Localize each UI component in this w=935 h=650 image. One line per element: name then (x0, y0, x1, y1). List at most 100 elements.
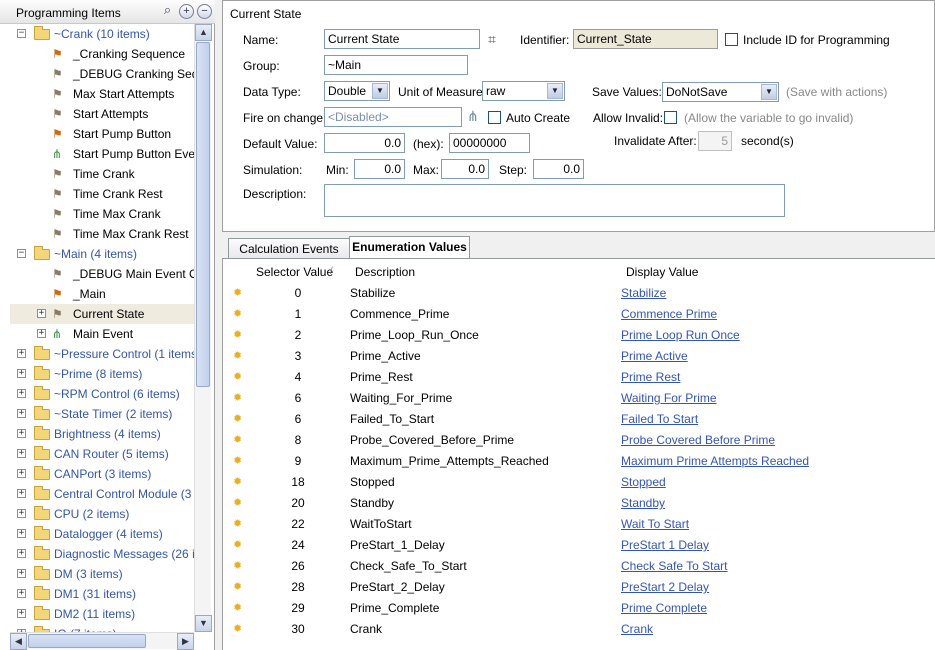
display-value-link[interactable]: PreStart 1 Delay (621, 538, 709, 552)
add-icon[interactable]: + (179, 4, 194, 19)
description-cell[interactable]: PreStart_2_Delay (350, 580, 445, 594)
tree-item[interactable]: ⋔ Start Pump Button Event (10, 144, 194, 164)
auto-create-checkbox[interactable] (488, 111, 501, 124)
invalidate-after-input[interactable]: 5 (698, 131, 732, 151)
max-input[interactable]: 0.0 (441, 159, 489, 179)
tree-item[interactable]: − ~Crank (10 items) (10, 24, 194, 44)
tree-item[interactable]: + ⋔ Main Event (10, 324, 194, 344)
tree-item[interactable]: + Datalogger (4 items) (10, 524, 194, 544)
selector-value-cell[interactable]: 22 (268, 517, 328, 531)
expand-icon[interactable]: + (37, 329, 46, 338)
description-cell[interactable]: Commence_Prime (350, 307, 449, 321)
tree-item[interactable]: ⚑ Time Max Crank (10, 204, 194, 224)
selector-value-cell[interactable]: 2 (268, 328, 328, 342)
display-value-link[interactable]: Standby (621, 496, 665, 510)
table-row[interactable]: ✹ 2 Prime_Loop_Run_Once Prime Loop Run Once (223, 324, 935, 345)
display-value-link[interactable]: Failed To Start (621, 412, 698, 426)
scroll-thumb[interactable] (196, 42, 210, 387)
expand-icon[interactable]: + (17, 589, 26, 598)
selector-value-cell[interactable]: 1 (268, 307, 328, 321)
scroll-right-icon[interactable]: ▶ (177, 633, 194, 650)
tree-item[interactable]: + CPU (2 items) (10, 504, 194, 524)
table-row[interactable]: ✹ 1 Commence_Prime Commence Prime (223, 303, 935, 324)
selector-value-cell[interactable]: 30 (268, 622, 328, 636)
tree-item[interactable]: + Brightness (4 items) (10, 424, 194, 444)
expand-icon[interactable]: + (17, 569, 26, 578)
selector-value-cell[interactable]: 18 (268, 475, 328, 489)
name-input[interactable]: Current State (324, 29, 480, 49)
scroll-up-icon[interactable]: ▲ (195, 24, 212, 41)
tree-item[interactable]: + Diagnostic Messages (26 item (10, 544, 194, 564)
expand-icon[interactable]: + (17, 449, 26, 458)
display-value-link[interactable]: Probe Covered Before Prime (621, 433, 775, 447)
selector-value-cell[interactable]: 20 (268, 496, 328, 510)
description-cell[interactable]: Stabilize (350, 286, 395, 300)
expand-icon[interactable]: + (17, 389, 26, 398)
description-cell[interactable]: Waiting_For_Prime (350, 391, 452, 405)
tab-enumeration-values[interactable]: Enumeration Values (349, 236, 470, 258)
items-tree[interactable]: − ~Crank (10 items) ⚑ _Cranking Sequence ⚑ _D… (10, 24, 194, 632)
tree-item[interactable]: + ~RPM Control (6 items) (10, 384, 194, 404)
table-row[interactable]: ✹ 22 WaitToStart Wait To Start (223, 513, 935, 534)
table-row[interactable]: ✹ 26 Check_Safe_To_Start Check Safe To Star… (223, 555, 935, 576)
tree-item[interactable]: − ~Main (4 items) (10, 244, 194, 264)
group-input[interactable]: ~Main (324, 55, 468, 75)
expand-icon[interactable]: + (17, 509, 26, 518)
description-input[interactable] (324, 184, 785, 217)
tree-item[interactable]: ⚑ Time Crank (10, 164, 194, 184)
tree-item[interactable]: + ~Pressure Control (1 items) (10, 344, 194, 364)
display-value-link[interactable]: Commence Prime (621, 307, 717, 321)
tree-item[interactable]: ⚑ _Cranking Sequence (10, 44, 194, 64)
display-value-link[interactable]: Stopped (621, 475, 666, 489)
tree-item[interactable]: ⚑ _DEBUG Main Event Cou (10, 264, 194, 284)
selector-value-cell[interactable]: 9 (268, 454, 328, 468)
display-value-link[interactable]: Stabilize (621, 286, 666, 300)
description-cell[interactable]: Crank (350, 622, 382, 636)
selector-value-cell[interactable]: 24 (268, 538, 328, 552)
collapse-icon[interactable]: − (17, 29, 26, 38)
display-value-link[interactable]: Prime Complete (621, 601, 707, 615)
allow-invalid-checkbox[interactable] (664, 111, 677, 124)
display-value-link[interactable]: Prime Loop Run Once (621, 328, 740, 342)
selector-value-cell[interactable]: 6 (268, 412, 328, 426)
link-icon[interactable]: ⋔ (467, 108, 479, 125)
table-row[interactable]: ✹ 24 PreStart_1_Delay PreStart 1 Delay (223, 534, 935, 555)
expand-icon[interactable]: + (17, 409, 26, 418)
tree-item[interactable]: + ⚑ Current State (10, 304, 194, 324)
tree-item[interactable]: +IO (7 items) (10, 624, 194, 632)
tree-item[interactable]: + ~State Timer (2 items) (10, 404, 194, 424)
table-row[interactable]: ✹ 29 Prime_Complete Prime Complete (223, 597, 935, 618)
selector-value-cell[interactable]: 26 (268, 559, 328, 573)
tree-vertical-scrollbar[interactable]: ▲ ▼ (194, 24, 212, 632)
expand-icon[interactable]: + (17, 549, 26, 558)
description-cell[interactable]: Probe_Covered_Before_Prime (350, 433, 514, 447)
scroll-thumb[interactable] (28, 634, 146, 648)
column-header-description[interactable]: Description (355, 265, 415, 279)
tree-item[interactable]: ⚑ Time Max Crank Rest (10, 224, 194, 244)
hex-input[interactable]: 00000000 (449, 133, 530, 153)
binoculars-icon[interactable]: ⌗ (488, 31, 496, 48)
selector-value-cell[interactable]: 29 (268, 601, 328, 615)
table-row[interactable]: ✹ 30 Crank Crank (223, 618, 935, 639)
tree-item[interactable]: ⚑ Start Pump Button (10, 124, 194, 144)
collapse-icon[interactable]: − (17, 249, 26, 258)
tab-calculation-events[interactable]: Calculation Events (228, 238, 350, 258)
table-row[interactable]: ✹ 4 Prime_Rest Prime Rest (223, 366, 935, 387)
tree-item[interactable]: ⚑ Time Crank Rest (10, 184, 194, 204)
data-type-select[interactable]: Double ▼ (324, 81, 390, 101)
selector-value-cell[interactable]: 0 (268, 286, 328, 300)
column-header-selector-value[interactable]: Selector Value (256, 265, 333, 279)
display-value-link[interactable]: Maximum Prime Attempts Reached (621, 454, 809, 468)
expand-icon[interactable]: + (17, 529, 26, 538)
scroll-down-icon[interactable]: ▼ (195, 615, 212, 632)
search-icon[interactable]: ⌕ (160, 3, 175, 19)
display-value-link[interactable]: Prime Active (621, 349, 688, 363)
tree-item[interactable]: ⚑ _DEBUG Cranking Seque (10, 64, 194, 84)
step-input[interactable]: 0.0 (533, 159, 584, 179)
display-value-link[interactable]: Crank (621, 622, 653, 636)
fire-on-change-field[interactable]: <Disabled> (324, 107, 462, 127)
tree-horizontal-scrollbar[interactable]: ◀ ▶ (10, 632, 194, 650)
expand-icon[interactable]: + (17, 429, 26, 438)
selector-value-cell[interactable]: 3 (268, 349, 328, 363)
selector-value-cell[interactable]: 4 (268, 370, 328, 384)
